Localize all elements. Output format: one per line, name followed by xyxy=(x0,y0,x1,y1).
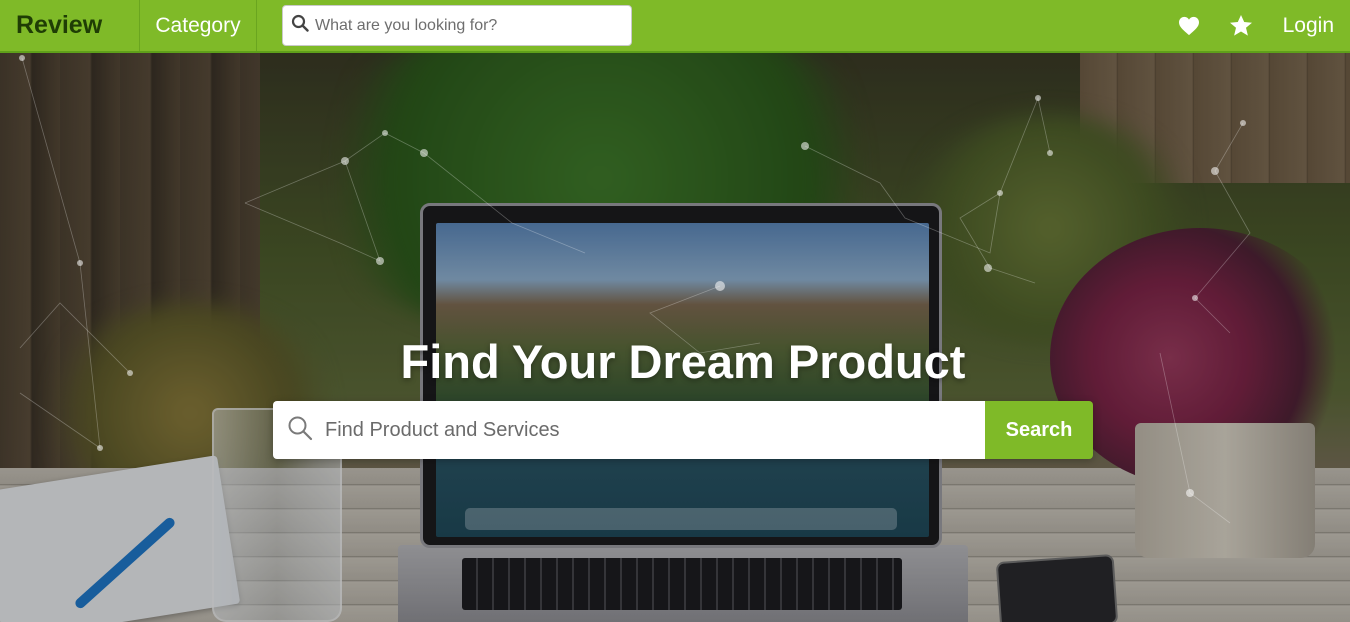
top-navbar: Review Category Login xyxy=(0,0,1350,53)
search-button[interactable]: Search xyxy=(985,401,1093,459)
hero-title: Find Your Dream Product xyxy=(400,335,966,388)
heart-icon[interactable] xyxy=(1177,14,1201,38)
nav-search-box[interactable] xyxy=(282,5,632,46)
search-icon xyxy=(287,415,313,446)
search-icon xyxy=(291,14,309,37)
hero-banner: Find Your Dream Product Search xyxy=(0,53,1350,622)
nav-actions: Login xyxy=(1177,0,1350,51)
hero-search-input[interactable] xyxy=(325,418,965,442)
login-link[interactable]: Login xyxy=(1283,14,1334,38)
hero-search-field[interactable] xyxy=(273,401,985,459)
nav-search-input[interactable] xyxy=(315,16,615,35)
hero-search-bar: Search xyxy=(273,401,1093,459)
star-icon[interactable] xyxy=(1229,14,1253,38)
brand-logo[interactable]: Review xyxy=(0,0,140,51)
category-menu[interactable]: Category xyxy=(140,0,257,51)
